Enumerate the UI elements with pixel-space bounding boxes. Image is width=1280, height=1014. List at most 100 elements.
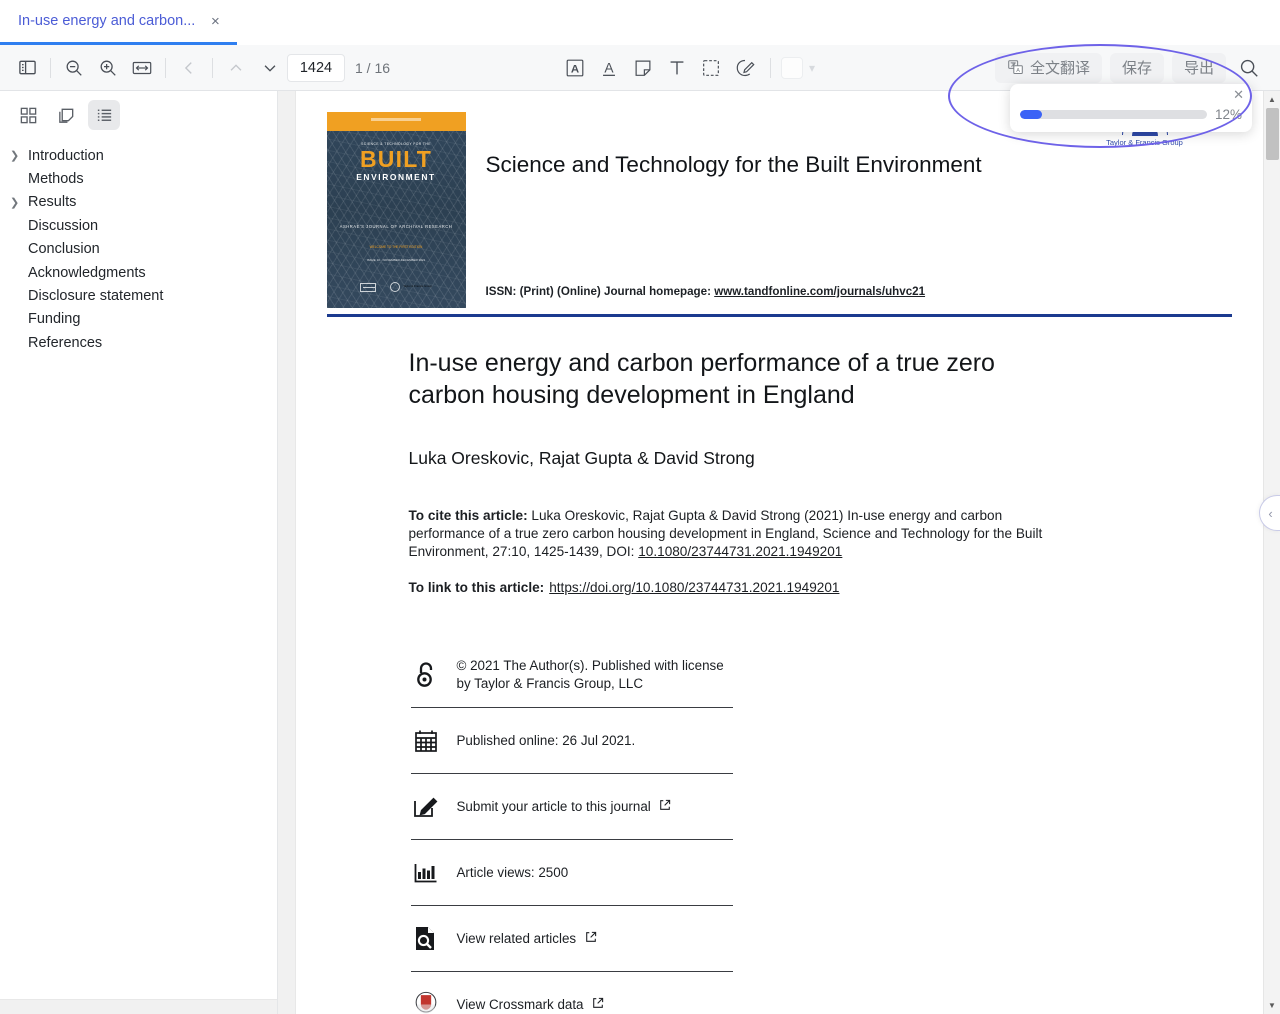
citation-block: To cite this article: Luka Oreskovic, Ra… <box>409 507 1059 561</box>
toolbar-divider <box>769 57 771 78</box>
sidebar-horizontal-scrollbar[interactable] <box>0 999 277 1014</box>
scroll-up-icon[interactable] <box>219 52 253 84</box>
toolbar-divider <box>212 57 213 78</box>
related-articles-icon <box>411 925 441 952</box>
outline-item[interactable]: ❯ Introduction <box>0 144 277 167</box>
cite-doi-link[interactable]: 10.1080/23744731.2021.1949201 <box>638 544 842 559</box>
freehand-tool-icon[interactable] <box>728 52 762 84</box>
outline-item[interactable]: Discussion <box>0 214 277 237</box>
article-block: In-use energy and carbon performance of … <box>296 347 1263 1014</box>
area-select-tool-icon[interactable] <box>694 52 728 84</box>
outline-item-label: Conclusion <box>28 241 100 258</box>
outline-item[interactable]: References <box>0 331 277 354</box>
scroll-up-arrow-icon[interactable]: ▲ <box>1264 91 1280 108</box>
outline-item[interactable]: Acknowledgments <box>0 261 277 284</box>
article-views-icon <box>411 861 441 885</box>
zoom-out-icon[interactable] <box>57 52 91 84</box>
sidebar-view-tabs <box>0 91 277 136</box>
tf-circle-icon <box>390 282 401 292</box>
cover-publisher: Taylor & Francis Group <box>403 284 432 289</box>
meta-row[interactable]: CrossMark View Crossmark data <box>411 972 733 1014</box>
save-button[interactable]: 保存 <box>1109 52 1164 83</box>
translate-button[interactable]: A 全文翻译 <box>994 52 1102 83</box>
sidebar-tab-outline[interactable] <box>88 100 120 130</box>
document-tab[interactable]: In-use energy and carbon... × <box>0 0 238 45</box>
list-icon <box>97 109 111 121</box>
tf-logo-label: Taylor & Francis Group <box>1106 138 1183 147</box>
outline-item[interactable]: Disclosure statement <box>0 284 277 307</box>
outline-item-label: Acknowledgments <box>28 264 146 281</box>
outline-item[interactable]: Methods <box>0 167 277 190</box>
close-icon[interactable]: ✕ <box>1233 88 1244 101</box>
issn-prefix: ISSN: (Print) (Online) Journal homepage: <box>485 285 711 298</box>
external-link-icon[interactable] <box>592 997 604 1012</box>
cite-label: To cite this article: <box>408 508 528 523</box>
meta-row[interactable]: Submit your article to this journal <box>410 774 733 841</box>
scrollbar-thumb[interactable] <box>1266 108 1279 160</box>
translate-label: 全文翻译 <box>1029 60 1090 77</box>
external-link-icon[interactable] <box>585 931 597 946</box>
meta-row-label: Article views: 2500 <box>456 864 569 880</box>
chevron-right-icon[interactable]: ❯ <box>10 149 28 162</box>
text-tool-icon[interactable] <box>660 52 694 84</box>
tab-title: In-use energy and carbon... <box>18 13 196 29</box>
outline-item-label: Funding <box>28 311 81 328</box>
vertical-scrollbar[interactable]: ▲ ▼ <box>1263 91 1280 1014</box>
page-number-input[interactable] <box>287 53 345 82</box>
export-button[interactable]: 导出 <box>1172 52 1227 83</box>
underline-tool-icon[interactable]: A <box>592 52 626 84</box>
outline-item[interactable]: ❯ Results <box>0 191 277 214</box>
pages-icon <box>58 108 73 123</box>
open-access-icon <box>411 660 441 690</box>
sidebar-tab-pages[interactable] <box>50 100 82 130</box>
color-swatch-button[interactable]: ▾ <box>777 52 819 84</box>
taylor-francis-cover-logo: Taylor & Francis Group <box>390 282 432 292</box>
external-link-icon <box>586 931 596 942</box>
meta-row[interactable]: View related articles <box>410 906 733 973</box>
scroll-down-arrow-icon[interactable]: ▼ <box>1264 997 1280 1014</box>
journal-homepage-link[interactable]: www.tandfonline.com/journals/uhvc21 <box>714 285 925 298</box>
cover-logos: Taylor & Francis Group <box>327 282 466 292</box>
tab-bar: In-use energy and carbon... × <box>0 0 1280 45</box>
meta-row-label: View Crossmark data <box>457 996 605 1014</box>
journal-title: Science and Technology for the Built Env… <box>485 152 982 177</box>
meta-row: Published online: 26 Jul 2021. <box>410 708 733 775</box>
svg-text:A: A <box>571 63 579 75</box>
article-authors: Luka Oreskovic, Rajat Gupta & David Stro… <box>408 448 755 468</box>
outline-item[interactable]: Conclusion <box>0 238 277 261</box>
previous-page-icon[interactable] <box>172 52 206 84</box>
chevron-down-icon[interactable]: ▾ <box>809 61 815 75</box>
article-title: In-use energy and carbon performance of … <box>408 349 995 409</box>
link-label: To link to this article: <box>408 580 545 596</box>
link-block: To link to this article: https://doi.org/… <box>409 580 1263 595</box>
zoom-in-icon[interactable] <box>91 52 125 84</box>
progress-row: 12% <box>1020 107 1242 122</box>
pdf-page: SCIENCE & TECHNOLOGY FOR THE BUILT ENVIR… <box>295 91 1263 1014</box>
chevron-right-icon[interactable]: ❯ <box>10 196 28 209</box>
outline-item[interactable]: Funding <box>0 308 277 331</box>
external-link-icon[interactable] <box>659 799 671 814</box>
toolbar-divider <box>165 57 166 78</box>
color-swatch <box>780 56 803 79</box>
outline-list: ❯ Introduction Methods ❯ Results Discussion Co… <box>0 136 277 355</box>
sidebar-toggle-icon[interactable] <box>10 52 44 84</box>
calendar-icon <box>411 728 441 754</box>
highlight-tool-icon[interactable]: A <box>558 52 592 84</box>
fit-width-icon[interactable] <box>125 52 159 84</box>
meta-row-label: © 2021 The Author(s). Published with lic… <box>456 658 724 691</box>
sticky-note-tool-icon[interactable] <box>626 52 660 84</box>
issn-line: ISSN: (Print) (Online) Journal homepage:… <box>486 285 926 298</box>
close-icon[interactable]: × <box>207 14 223 29</box>
meta-row-label: Submit your article to this journal <box>457 798 672 816</box>
svg-text:A: A <box>604 60 614 75</box>
outline-item-label: References <box>28 334 103 351</box>
cover-subtitle: ASHRAE'S JOURNAL OF ARCHIVAL RESEARCH <box>339 224 453 230</box>
sidebar-tab-thumbnails[interactable] <box>12 100 44 130</box>
submit-article-icon <box>411 794 441 820</box>
search-icon[interactable] <box>1232 52 1266 84</box>
scroll-down-icon[interactable] <box>253 52 287 84</box>
cover-built-word: BUILT <box>359 146 432 172</box>
doi-url-link[interactable]: https://doi.org/10.1080/23744731.2021.19… <box>549 580 839 595</box>
progress-track <box>1020 110 1207 119</box>
meta-row: Article views: 2500 <box>410 840 733 907</box>
